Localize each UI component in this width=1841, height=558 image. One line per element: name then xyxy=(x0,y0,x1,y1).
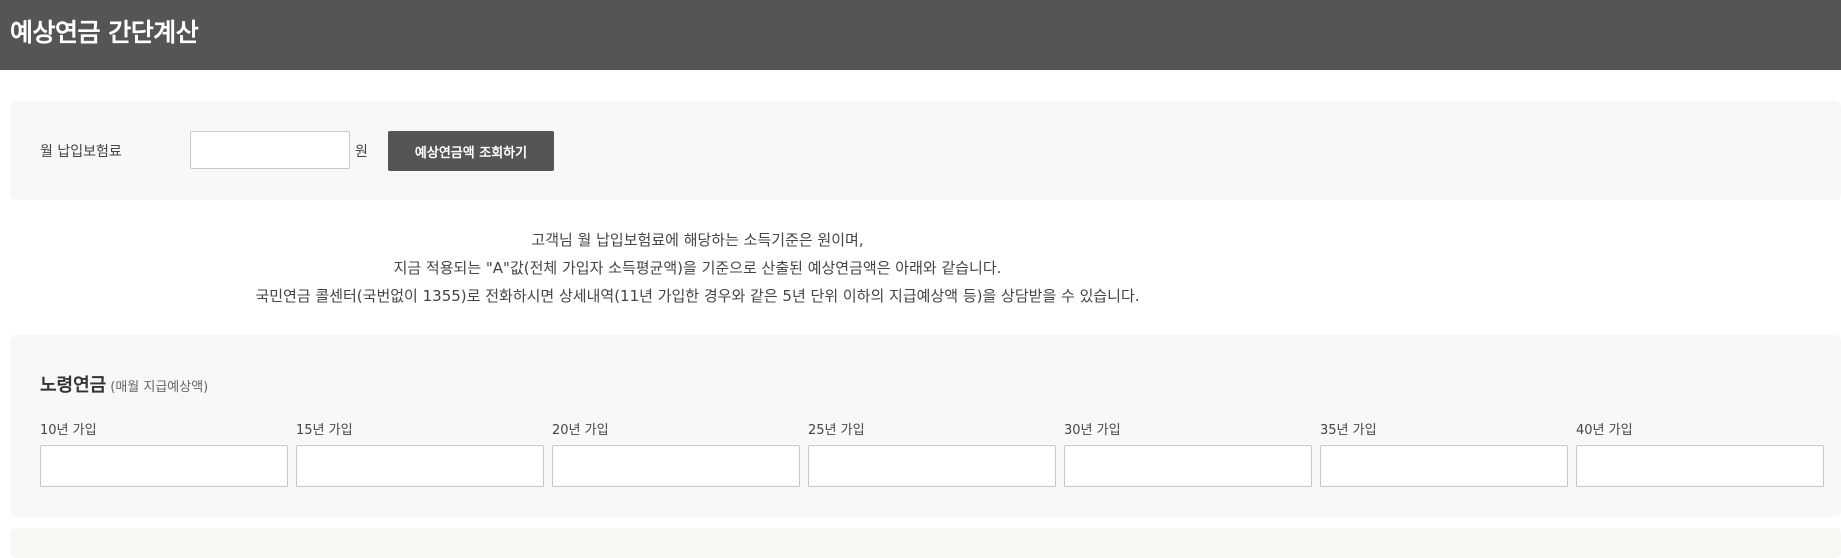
period-30-years: 30년 가입 xyxy=(1064,419,1312,487)
period-amount-field[interactable] xyxy=(1576,445,1824,487)
period-label: 30년 가입 xyxy=(1064,423,1121,438)
period-20-years: 20년 가입 xyxy=(552,419,800,487)
page-title: 예상연금 간단계산 xyxy=(10,18,199,47)
period-label: 25년 가입 xyxy=(808,423,865,438)
query-pension-button[interactable]: 예상연금액 조회하기 xyxy=(388,131,554,171)
section-title: 노령연금 (매월 지급예상액) xyxy=(40,371,208,397)
period-amount-field[interactable] xyxy=(808,445,1056,487)
notice-line: 국민연금 콜센터(국번없이 1355)로 전화하시면 상세내역(11년 가입한 … xyxy=(255,287,1140,305)
period-amount-field[interactable] xyxy=(296,445,544,487)
period-40-years: 40년 가입 xyxy=(1576,419,1824,487)
section-title-sub: (매월 지급예상액) xyxy=(110,380,209,395)
period-25-years: 25년 가입 xyxy=(808,419,1056,487)
period-35-years: 35년 가입 xyxy=(1320,419,1568,487)
notice-line: 지금 적용되는 "A"값(전체 가입자 소득평균액)을 기준으로 산출된 예상연… xyxy=(393,259,1002,277)
old-age-pension-panel: 노령연금 (매월 지급예상액) 10년 가입 15년 가입 20년 가입 25년 … xyxy=(10,335,1841,517)
monthly-premium-input[interactable] xyxy=(190,131,350,169)
period-amount-field[interactable] xyxy=(1320,445,1568,487)
monthly-premium-label: 월 납입보험료 xyxy=(40,144,122,160)
period-15-years: 15년 가입 xyxy=(296,419,544,487)
period-label: 20년 가입 xyxy=(552,423,609,438)
period-label: 40년 가입 xyxy=(1576,423,1633,438)
period-10-years: 10년 가입 xyxy=(40,419,288,487)
period-amount-field[interactable] xyxy=(40,445,288,487)
top-header-bar: 예상연금 간단계산 xyxy=(0,0,1841,70)
period-label: 35년 가입 xyxy=(1320,423,1377,438)
period-label: 15년 가입 xyxy=(296,423,353,438)
currency-unit-label: 원 xyxy=(355,144,368,160)
calculator-panel: 월 납입보험료 원 예상연금액 조회하기 xyxy=(10,101,1841,200)
notice-text: 고객님 월 납입보험료에 해당하는 소득기준은 원이며, 지금 적용되는 "A"… xyxy=(0,226,1395,310)
next-section-panel xyxy=(10,528,1841,558)
period-amount-field[interactable] xyxy=(552,445,800,487)
period-label: 10년 가입 xyxy=(40,423,97,438)
period-amount-field[interactable] xyxy=(1064,445,1312,487)
section-title-main: 노령연금 xyxy=(40,375,107,396)
notice-line: 고객님 월 납입보험료에 해당하는 소득기준은 원이며, xyxy=(531,231,864,249)
